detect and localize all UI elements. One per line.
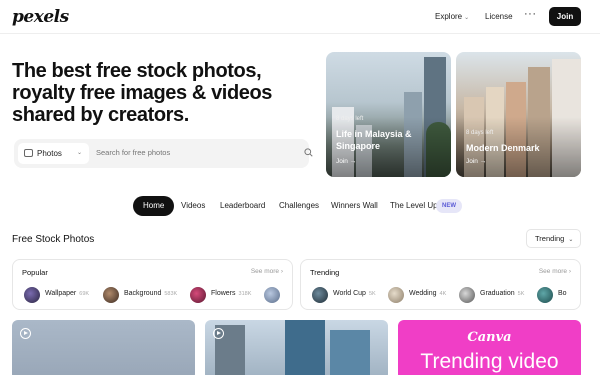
more-menu-icon[interactable]: ··· — [524, 8, 537, 20]
topic-thumbnail — [24, 287, 40, 303]
topic-count: 583K — [164, 291, 178, 297]
tab-the-level-up[interactable]: The Level Up — [390, 196, 438, 216]
challenge-title: Modern Denmark — [466, 143, 540, 153]
explore-menu[interactable]: Explore ⌄ — [435, 12, 469, 21]
play-icon — [20, 328, 31, 339]
topic-name: Flowers — [211, 290, 236, 297]
explore-label: Explore — [435, 12, 463, 21]
license-link[interactable]: License — [485, 12, 513, 21]
search-type-dropdown[interactable]: Photos ⌄ — [18, 143, 89, 164]
topic-count: 4K — [439, 291, 447, 297]
top-nav-bar: pexels Explore ⌄ License ··· Join — [0, 0, 600, 34]
days-left-label: 8 days left — [466, 130, 494, 136]
topic-name: World Cup — [333, 290, 366, 297]
see-more-label: See more — [538, 268, 568, 275]
topic-name: Bo — [558, 290, 567, 297]
chevron-down-icon: ⌄ — [77, 150, 83, 156]
challenge-title: Life in Malaysia & Singapore — [336, 129, 412, 151]
panel-title: Trending — [310, 268, 340, 277]
topic-name: Wedding — [409, 290, 437, 297]
topic-count: 5K — [517, 291, 525, 297]
topic-name: Wallpaper — [45, 290, 77, 297]
tab-challenges[interactable]: Challenges — [279, 196, 319, 216]
topic-chip[interactable] — [264, 286, 286, 304]
topic-count: 69K — [79, 291, 90, 297]
building-image — [330, 330, 370, 375]
topic-thumbnail — [103, 287, 119, 303]
topic-name: Background — [124, 290, 162, 297]
chevron-right-icon: › — [280, 268, 283, 275]
sort-dropdown[interactable]: Trending ⌄ — [526, 229, 581, 248]
popular-panel: Popular See more › Wallpaper 69K Backgrou… — [12, 259, 293, 310]
topic-thumbnail — [388, 287, 404, 303]
trending-panel: Trending See more › World Cup 5K Wedding 4… — [300, 259, 581, 310]
chevron-right-icon: › — [568, 268, 571, 275]
search-bar: Photos ⌄ — [14, 139, 313, 168]
topic-thumbnail — [264, 287, 280, 303]
join-button[interactable]: Join — [549, 7, 581, 26]
new-badge: NEW — [436, 199, 462, 213]
tab-videos[interactable]: Videos — [181, 196, 205, 216]
tab-home[interactable]: Home — [133, 196, 175, 216]
challenge-card-denmark[interactable]: 8 days left Modern Denmark Join → — [456, 52, 581, 177]
hero-title: The best free stock photos, royalty free… — [12, 60, 273, 126]
play-icon — [213, 328, 224, 339]
chevron-down-icon: ⌄ — [568, 237, 574, 243]
challenge-join-link[interactable]: Join → — [336, 158, 356, 165]
sort-label: Trending — [535, 234, 565, 243]
topic-thumbnail — [459, 287, 475, 303]
video-card[interactable] — [205, 320, 388, 375]
topic-name: Graduation — [480, 290, 515, 297]
days-left-label: 8 days left — [336, 116, 364, 122]
search-icon[interactable] — [304, 148, 313, 157]
topic-thumbnail — [537, 287, 553, 303]
chevron-down-icon: ⌄ — [464, 15, 470, 21]
promo-headline: Trending video — [420, 350, 559, 373]
search-input[interactable] — [96, 148, 276, 157]
section-title: Free Stock Photos — [12, 234, 95, 245]
building-image — [285, 320, 325, 375]
see-more-link[interactable]: See more › — [251, 268, 283, 275]
topic-thumbnail — [190, 287, 206, 303]
topic-chip[interactable]: Bo — [537, 286, 571, 304]
topic-count: 318K — [238, 291, 252, 297]
challenge-join-link[interactable]: Join → — [466, 158, 486, 165]
canva-promo-card[interactable]: Canva Trending video — [398, 320, 581, 375]
topic-count: 5K — [368, 291, 376, 297]
photo-icon — [24, 149, 33, 157]
topic-thumbnail — [312, 287, 328, 303]
pexels-logo[interactable]: pexels — [12, 7, 69, 27]
canva-logo: Canva — [467, 330, 512, 345]
see-more-link[interactable]: See more › — [539, 268, 571, 275]
see-more-label: See more — [250, 268, 280, 275]
tab-winners-wall[interactable]: Winners Wall — [331, 196, 378, 216]
video-card[interactable] — [12, 320, 195, 375]
challenge-card-malaysia[interactable]: 8 days left Life in Malaysia & Singapore… — [326, 52, 451, 177]
search-type-label: Photos — [37, 149, 62, 158]
tab-leaderboard[interactable]: Leaderboard — [220, 196, 265, 216]
panel-title: Popular — [22, 268, 48, 277]
